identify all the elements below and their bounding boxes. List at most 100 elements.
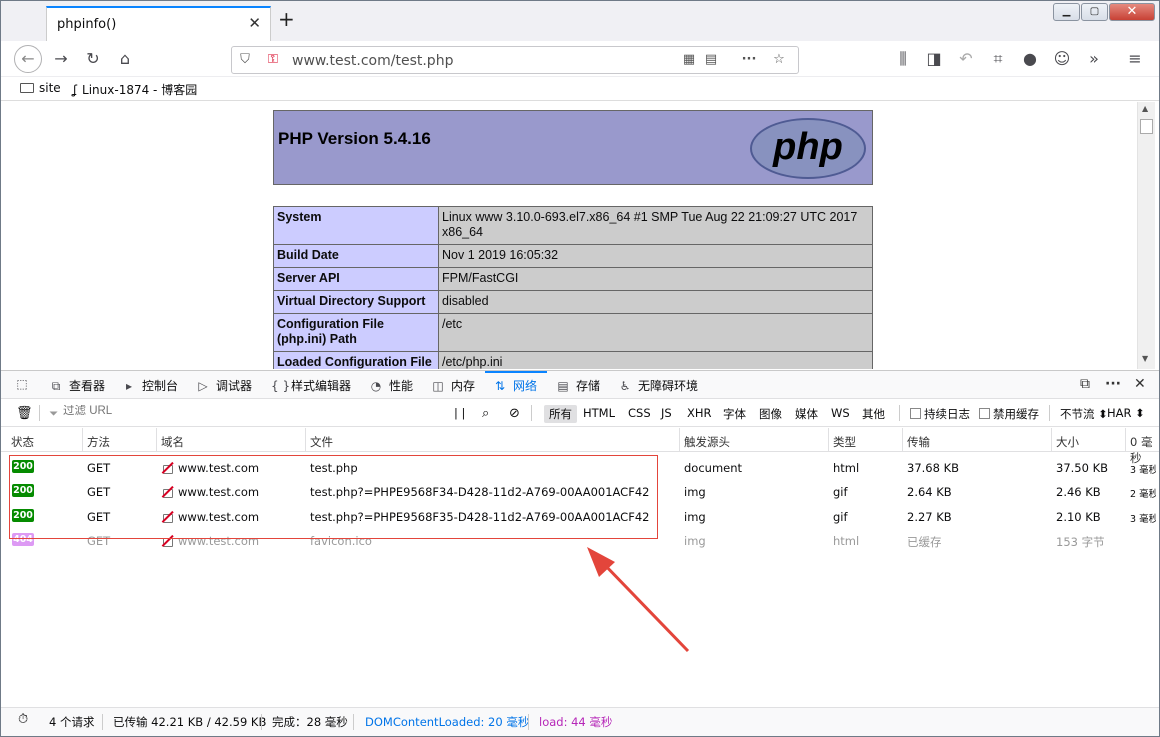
persist-logs-checkbox[interactable]: 持续日志 bbox=[910, 406, 970, 422]
devtools-tab-9[interactable]: ♿ 无障碍环境 bbox=[618, 377, 698, 394]
browser-window: phpinfo() ✕ + ▁ ▢ ✕ ← → ↻ ⌂ ⛉ ⚿ www.test… bbox=[0, 0, 1160, 737]
har-menu[interactable]: HAR ⬍ bbox=[1107, 406, 1145, 420]
home-button[interactable]: ⌂ bbox=[113, 47, 137, 71]
devtools-tab-5[interactable]: ◔ 性能 bbox=[369, 377, 413, 394]
devtools-tab-6[interactable]: ◫ 内存 bbox=[431, 377, 475, 394]
minimize-button[interactable]: ▁ bbox=[1053, 3, 1080, 21]
column-header[interactable]: 域名 bbox=[161, 434, 184, 450]
page-scrollbar[interactable]: ▲ ▼ bbox=[1137, 102, 1155, 369]
column-header[interactable]: 大小 bbox=[1056, 434, 1079, 450]
column-divider[interactable] bbox=[1125, 428, 1126, 452]
block-icon[interactable]: ⊘ bbox=[509, 406, 520, 421]
qr-code-icon[interactable]: ▦ bbox=[680, 51, 698, 69]
sidebar-icon[interactable]: ◨ bbox=[922, 47, 946, 71]
devtools-tab-3[interactable]: ▷ 调试器 bbox=[196, 377, 252, 394]
devtools-tab-4[interactable]: { }样式编辑器 bbox=[271, 377, 351, 394]
overflow-chevron-icon[interactable]: » bbox=[1082, 47, 1106, 71]
bookmark-label: site bbox=[39, 81, 61, 95]
php-info-row: System Linux www 3.10.0-693.el7.x86_64 #1… bbox=[273, 206, 873, 245]
search-icon[interactable]: ⌕ bbox=[482, 406, 489, 421]
scroll-down-icon[interactable]: ▼ bbox=[1142, 354, 1148, 363]
pause-icon[interactable]: | | bbox=[454, 406, 465, 420]
insecure-lock-icon[interactable]: ⚿ bbox=[264, 51, 282, 69]
column-divider[interactable] bbox=[156, 428, 157, 452]
throttle-select[interactable]: 不节流 ⬍ bbox=[1060, 406, 1108, 422]
bookmark-star-icon[interactable]: ☆ bbox=[770, 51, 788, 69]
request-method: GET bbox=[87, 534, 111, 548]
column-header[interactable]: 类型 bbox=[833, 434, 856, 450]
dock-icon[interactable]: ⧉ bbox=[1080, 376, 1090, 392]
page-content: PHP Version 5.4.16 php System Linux www 3… bbox=[1, 102, 1159, 369]
column-divider[interactable] bbox=[1051, 428, 1052, 452]
dom-content-loaded: DOMContentLoaded: 20 毫秒 bbox=[365, 715, 530, 729]
devtools-tab-2[interactable]: ▸ 控制台 bbox=[122, 377, 178, 394]
devtools-tab-7[interactable]: ⇅ 网络 bbox=[493, 377, 537, 394]
undo-icon[interactable]: ↶ bbox=[954, 47, 978, 71]
network-toolbar: 🗑 ⏷ | | ⌕ ⊘ 所有 HTML CSS JS XHR 字体图像媒体 WS 其他 持续日… bbox=[1, 399, 1159, 427]
site-icon: ʆ bbox=[73, 83, 78, 97]
type-filter-label: 图像 bbox=[759, 407, 782, 421]
shield-icon[interactable]: ⛉ bbox=[236, 51, 254, 69]
column-divider[interactable] bbox=[305, 428, 306, 452]
page-actions-icon[interactable]: ··· bbox=[740, 51, 758, 69]
library-icon[interactable]: ⫼ bbox=[891, 47, 915, 71]
column-divider[interactable] bbox=[82, 428, 83, 452]
disable-cache-checkbox[interactable]: 禁用缓存 bbox=[979, 406, 1039, 422]
type-filter-button[interactable]: XHR bbox=[687, 406, 712, 420]
scroll-up-icon[interactable]: ▲ bbox=[1142, 104, 1148, 113]
type-filter-button[interactable]: 所有 bbox=[544, 405, 577, 423]
screenshot-icon[interactable]: ⌗ bbox=[986, 47, 1010, 71]
request-row[interactable]: 404 GET www.test.com favicon.ico img html 已缓存 1… bbox=[1, 528, 1159, 552]
reload-button[interactable]: ↻ bbox=[81, 47, 105, 71]
column-header[interactable]: 文件 bbox=[310, 434, 333, 450]
type-filter-button[interactable]: CSS bbox=[628, 406, 651, 420]
request-row[interactable]: 200 GET www.test.com test.php?=PHPE9568F34-… bbox=[1, 479, 1159, 503]
element-picker-icon[interactable]: ⬚ bbox=[15, 377, 35, 391]
request-row[interactable]: 200 GET www.test.com test.php document html 37… bbox=[1, 455, 1159, 479]
column-divider[interactable] bbox=[679, 428, 680, 452]
type-filter-button[interactable]: 媒体 bbox=[795, 406, 818, 422]
column-header[interactable]: 方法 bbox=[87, 434, 110, 450]
php-info-key: Server API bbox=[273, 267, 439, 291]
reader-view-icon[interactable]: ▤ bbox=[702, 51, 720, 69]
tab-phpinfo[interactable]: phpinfo() ✕ bbox=[46, 6, 271, 41]
back-button[interactable]: ← bbox=[14, 45, 42, 73]
close-tab-icon[interactable]: ✕ bbox=[248, 14, 261, 32]
column-header[interactable]: 触发源头 bbox=[684, 434, 730, 450]
bookmark-cnblogs[interactable]: ʆ Linux-1874 - 博客园 bbox=[73, 81, 197, 98]
column-divider[interactable] bbox=[902, 428, 903, 452]
type-filter-button[interactable]: 图像 bbox=[759, 406, 782, 422]
php-info-value: Nov 1 2019 16:05:32 bbox=[438, 244, 873, 268]
devtools-tab-1[interactable]: ⧉ 查看器 bbox=[49, 377, 105, 394]
type-filter-button[interactable]: HTML bbox=[583, 406, 615, 420]
scroll-thumb[interactable] bbox=[1140, 119, 1153, 134]
type-filter-button[interactable]: 字体 bbox=[723, 406, 746, 422]
type-filter-button[interactable]: JS bbox=[661, 406, 672, 420]
url-bar[interactable]: ⛉ ⚿ www.test.com/test.php ▦ ▤ ··· ☆ bbox=[231, 46, 799, 74]
devtools-tab-8[interactable]: ▤ 存储 bbox=[556, 377, 600, 394]
maximize-button[interactable]: ▢ bbox=[1081, 3, 1108, 21]
php-info-value: disabled bbox=[438, 290, 873, 314]
column-divider[interactable] bbox=[828, 428, 829, 452]
column-header[interactable]: 状态 bbox=[11, 434, 34, 450]
bookmark-site[interactable]: site bbox=[20, 81, 61, 95]
php-info-key: System bbox=[273, 206, 439, 245]
close-window-button[interactable]: ✕ bbox=[1109, 3, 1155, 21]
close-devtools-icon[interactable]: ✕ bbox=[1134, 376, 1146, 392]
devtools-tab-label: 性能 bbox=[389, 379, 414, 393]
new-tab-icon[interactable]: + bbox=[278, 9, 295, 29]
request-domain: www.test.com bbox=[161, 534, 259, 548]
column-header[interactable]: 传输 bbox=[907, 434, 930, 450]
trash-icon[interactable]: 🗑 bbox=[16, 406, 33, 421]
insecure-lock-icon bbox=[161, 485, 174, 498]
type-filter-button[interactable]: 其他 bbox=[862, 406, 885, 422]
devtools-menu-icon[interactable]: ··· bbox=[1105, 376, 1121, 392]
account-icon[interactable]: ☺ bbox=[1050, 47, 1074, 71]
domain-text: www.test.com bbox=[178, 461, 260, 475]
hamburger-menu-icon[interactable]: ≡ bbox=[1123, 47, 1147, 71]
request-row[interactable]: 200 GET www.test.com test.php?=PHPE9568F35-… bbox=[1, 504, 1159, 528]
forward-button[interactable]: → bbox=[49, 47, 73, 71]
extension-icon[interactable]: ● bbox=[1018, 47, 1042, 71]
filter-url-input[interactable] bbox=[63, 405, 433, 417]
type-filter-button[interactable]: WS bbox=[831, 406, 850, 420]
